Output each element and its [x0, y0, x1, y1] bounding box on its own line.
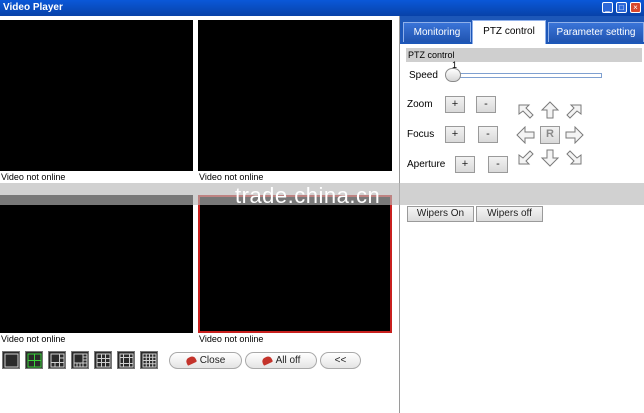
- ptz-section-header: PTZ control: [406, 48, 642, 62]
- aperture-plus-button[interactable]: +: [455, 156, 475, 173]
- video-status-1: Video not online: [1, 172, 66, 182]
- close-window-button[interactable]: ×: [630, 2, 641, 13]
- wipers-off-button[interactable]: Wipers off: [476, 206, 543, 222]
- layout-16-icon[interactable]: [140, 351, 158, 369]
- all-off-button-label: All off: [275, 355, 301, 366]
- maximize-button[interactable]: □: [616, 2, 627, 13]
- hangup-phone-icon: [260, 355, 273, 366]
- ptz-reset-button[interactable]: R: [540, 126, 560, 144]
- zoom-out-button[interactable]: -: [476, 96, 496, 113]
- pan-right-icon[interactable]: [564, 126, 584, 144]
- video-status-4: Video not online: [199, 334, 264, 344]
- video-pane-2[interactable]: [198, 20, 392, 171]
- zoom-label: Zoom: [407, 99, 433, 110]
- layout-6-icon[interactable]: [48, 351, 66, 369]
- aperture-minus-button[interactable]: -: [488, 156, 508, 173]
- pan-up-icon[interactable]: [540, 101, 560, 119]
- focus-label: Focus: [407, 129, 435, 140]
- video-status-2: Video not online: [199, 172, 264, 182]
- title-bar: Video Player _ □ ×: [0, 0, 644, 16]
- watermark-text: trade.china.cn: [235, 183, 381, 208]
- minimize-button[interactable]: _: [602, 2, 613, 13]
- layout-4-icon[interactable]: [25, 351, 43, 369]
- window-title: Video Player: [3, 2, 63, 13]
- speed-slider-track[interactable]: [454, 73, 602, 78]
- tab-monitoring[interactable]: Monitoring: [403, 22, 471, 42]
- speed-label: Speed: [409, 70, 438, 81]
- tab-parameter-setting[interactable]: Parameter setting: [548, 22, 644, 42]
- close-button[interactable]: Close: [169, 352, 242, 369]
- pan-left-icon[interactable]: [516, 126, 536, 144]
- pan-down-left-icon[interactable]: [516, 149, 536, 167]
- layout-13-icon[interactable]: [117, 351, 135, 369]
- layout-8-icon[interactable]: [71, 351, 89, 369]
- layout-9-icon[interactable]: [94, 351, 112, 369]
- video-pane-1[interactable]: [0, 20, 193, 171]
- close-button-label: Close: [199, 355, 226, 366]
- zoom-in-button[interactable]: +: [445, 96, 465, 113]
- pan-up-left-icon[interactable]: [516, 102, 536, 120]
- aperture-label: Aperture: [407, 159, 446, 170]
- collapse-panel-button[interactable]: <<: [320, 352, 361, 369]
- focus-minus-button[interactable]: -: [478, 126, 498, 143]
- video-status-3: Video not online: [1, 334, 66, 344]
- all-off-button[interactable]: All off: [245, 352, 317, 369]
- hangup-phone-icon: [184, 355, 197, 366]
- video-pane-4[interactable]: [198, 195, 392, 333]
- pan-up-right-icon[interactable]: [564, 102, 584, 120]
- pan-down-icon[interactable]: [540, 149, 560, 167]
- wipers-on-button[interactable]: Wipers On: [407, 206, 474, 222]
- tab-ptz-control[interactable]: PTZ control: [472, 20, 546, 44]
- tab-bar: Monitoring PTZ control Parameter setting: [400, 16, 644, 44]
- layout-1-icon[interactable]: [2, 351, 20, 369]
- video-pane-3[interactable]: [0, 195, 193, 333]
- speed-slider-handle[interactable]: [445, 68, 461, 82]
- focus-plus-button[interactable]: +: [445, 126, 465, 143]
- pan-down-right-icon[interactable]: [564, 149, 584, 167]
